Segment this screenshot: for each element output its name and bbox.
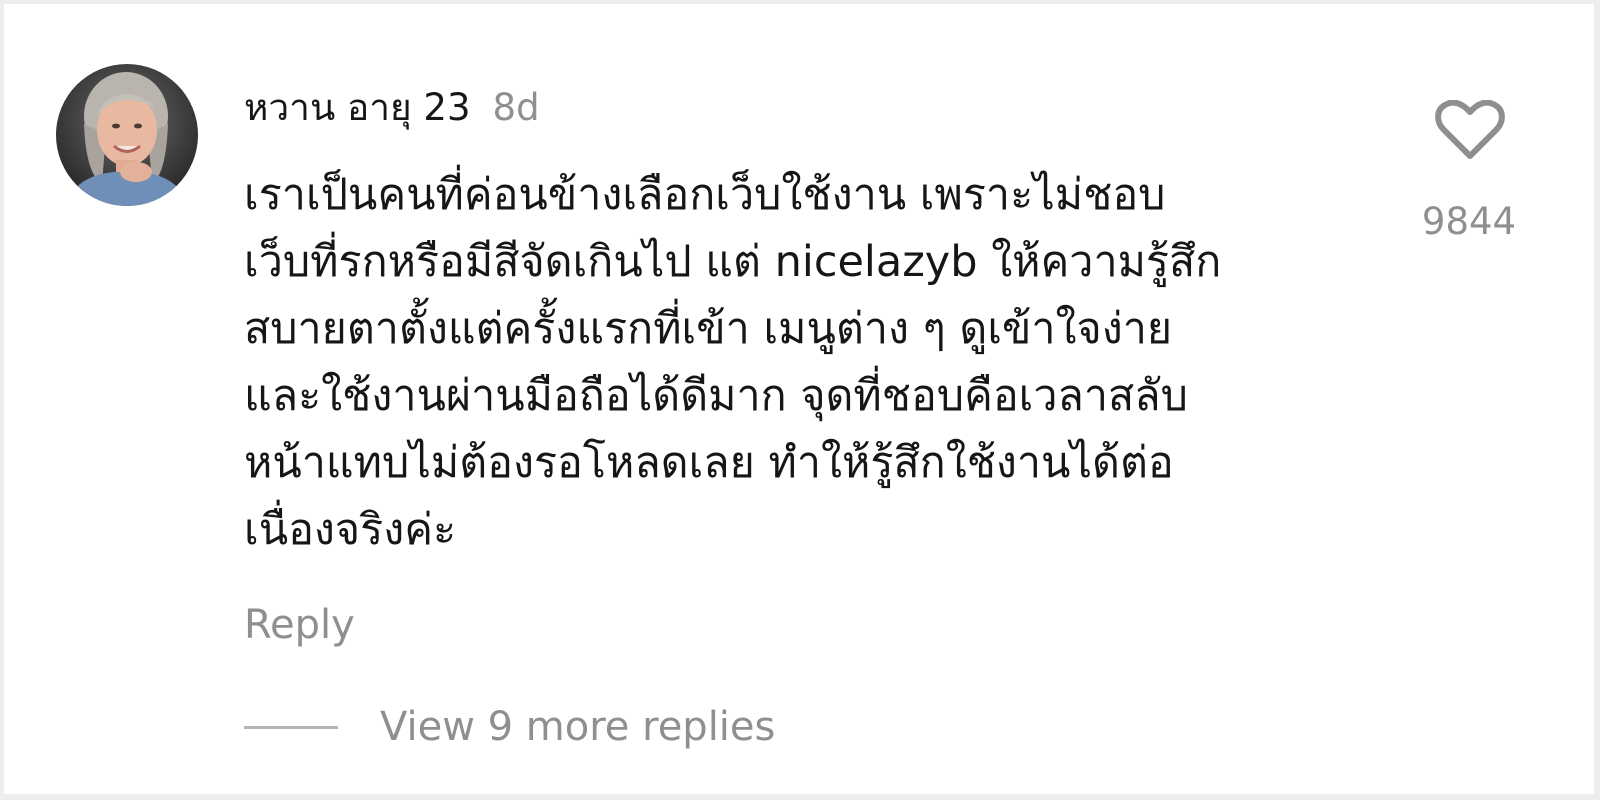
comment-card: หวาน อายุ 23 8d เราเป็นคนที่ค่อนข้างเลือ… bbox=[4, 4, 1594, 794]
comment-text-line: หน้าแทบไม่ต้องรอโหลดเลย ทำให้รู้สึกใช้งา… bbox=[244, 438, 1174, 488]
timestamp: 8d bbox=[492, 86, 540, 129]
comment-text-line: และใช้งานผ่านมือถือได้ดีมาก จุดที่ชอบคือ… bbox=[244, 371, 1188, 421]
comment-header: หวาน อายุ 23 8d bbox=[244, 78, 540, 137]
username[interactable]: หวาน อายุ 23 bbox=[244, 78, 471, 137]
reply-button[interactable]: Reply bbox=[244, 602, 355, 648]
heart-outline-icon bbox=[1435, 99, 1505, 159]
comment-text: เราเป็นคนที่ค่อนข้างเลือกเว็บใช้งาน เพรา… bbox=[244, 162, 1364, 564]
view-more-replies-button[interactable]: View 9 more replies bbox=[244, 704, 775, 750]
like-button[interactable] bbox=[1434, 99, 1506, 160]
view-more-replies-label: View 9 more replies bbox=[380, 704, 776, 750]
comment-text-line: เราเป็นคนที่ค่อนข้างเลือกเว็บใช้งาน เพรา… bbox=[244, 170, 1166, 220]
like-count: 9844 bbox=[1421, 200, 1517, 243]
avatar[interactable] bbox=[56, 64, 198, 206]
comment-text-line: เนื่องจริงค่ะ bbox=[244, 505, 457, 555]
comment-text-line: สบายตาตั้งแต่ครั้งแรกที่เข้า เมนูต่าง ๆ … bbox=[244, 304, 1173, 354]
avatar-photo bbox=[56, 64, 198, 206]
replies-divider bbox=[244, 725, 338, 729]
comment-text-line: เว็บที่รกหรือมีสีจัดเกินไป แต่ nicelazyb… bbox=[244, 237, 1222, 287]
